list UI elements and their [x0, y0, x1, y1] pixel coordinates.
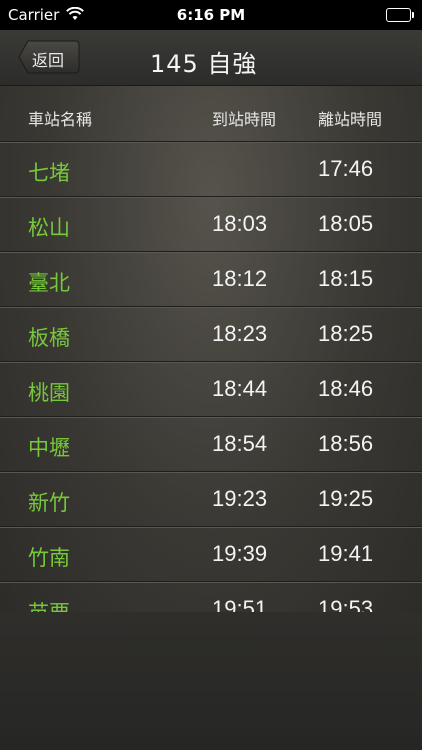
station-name: 竹南 [28, 546, 70, 570]
arrival-time: 19:39 [212, 541, 268, 566]
departure-time: 19:41 [318, 541, 374, 566]
table-row[interactable]: 新竹 19:23 19:25 [0, 472, 422, 527]
back-button[interactable]: 返回 [18, 40, 80, 74]
navigation-bar: 返回 145 自強 [0, 30, 422, 86]
station-name: 桃園 [28, 381, 70, 405]
status-time: 6:16 PM [176, 6, 246, 24]
table-row[interactable]: 臺北 18:12 18:15 [0, 252, 422, 307]
departure-time: 18:25 [318, 321, 374, 346]
timetable: 車站名稱 到站時間 離站時間 七堵 17:46 松山 18:03 18:05 臺… [0, 86, 422, 637]
arrival-time: 18:54 [212, 431, 268, 456]
table-row[interactable]: 竹南 19:39 19:41 [0, 527, 422, 582]
header-station-name: 車站名稱 [28, 110, 93, 129]
departure-time: 19:25 [318, 486, 374, 511]
table-row[interactable]: 中壢 18:54 18:56 [0, 417, 422, 472]
station-name: 新竹 [28, 491, 70, 515]
arrival-time: 18:03 [212, 211, 268, 236]
table-row[interactable]: 七堵 17:46 [0, 142, 422, 197]
status-bar: Carrier 6:16 PM [0, 0, 422, 30]
station-name: 七堵 [28, 161, 70, 185]
table-row[interactable]: 板橋 18:23 18:25 [0, 307, 422, 362]
header-departure-time: 離站時間 [318, 110, 383, 129]
table-row[interactable]: 桃園 18:44 18:46 [0, 362, 422, 417]
header-arrival-time: 到站時間 [212, 110, 277, 129]
empty-area [0, 612, 422, 750]
station-name: 中壢 [28, 436, 70, 460]
arrival-time: 18:12 [212, 266, 268, 291]
page-title: 145 自強 [150, 50, 258, 78]
departure-time: 18:05 [318, 211, 374, 236]
arrival-time: 18:44 [212, 376, 268, 401]
departure-time: 18:56 [318, 431, 374, 456]
table-row[interactable]: 松山 18:03 18:05 [0, 197, 422, 252]
station-name: 板橋 [28, 326, 70, 350]
station-name: 臺北 [28, 271, 70, 295]
table-header: 車站名稱 到站時間 離站時間 [0, 86, 422, 142]
departure-time: 18:15 [318, 266, 374, 291]
arrival-time: 19:23 [212, 486, 268, 511]
departure-time: 18:46 [318, 376, 374, 401]
back-button-label: 返回 [32, 51, 65, 70]
departure-time: 17:46 [318, 156, 374, 181]
battery-icon [386, 8, 414, 22]
station-name: 松山 [28, 216, 70, 240]
arrival-time: 18:23 [212, 321, 268, 346]
